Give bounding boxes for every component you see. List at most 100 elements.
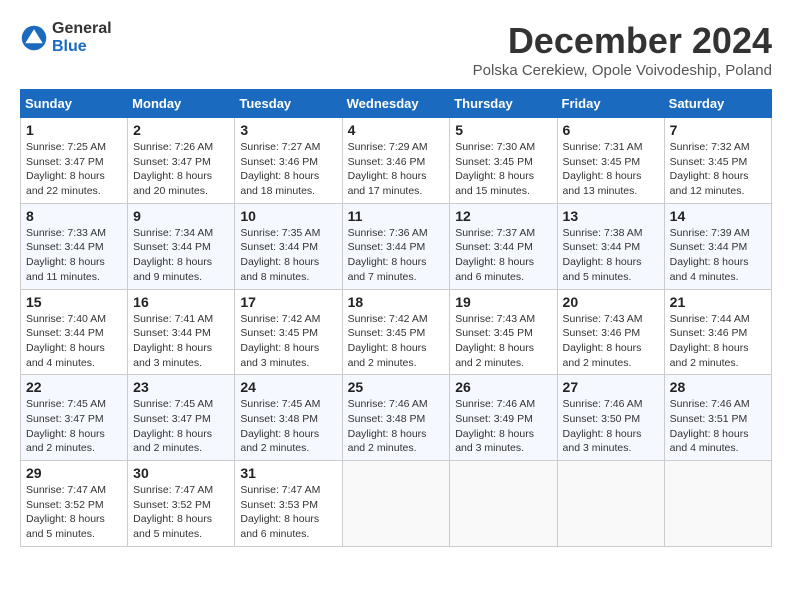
calendar-cell: 6 Sunrise: 7:31 AM Sunset: 3:45 PM Dayli… (557, 118, 664, 204)
day-info: Sunrise: 7:47 AM Sunset: 3:52 PM Dayligh… (26, 483, 122, 542)
calendar-week-row: 29 Sunrise: 7:47 AM Sunset: 3:52 PM Dayl… (21, 461, 772, 547)
calendar-cell: 31 Sunrise: 7:47 AM Sunset: 3:53 PM Dayl… (235, 461, 342, 547)
day-info: Sunrise: 7:26 AM Sunset: 3:47 PM Dayligh… (133, 140, 229, 199)
page-header: General Blue December 2024 Polska Cereki… (20, 20, 772, 79)
calendar-week-row: 22 Sunrise: 7:45 AM Sunset: 3:47 PM Dayl… (21, 375, 772, 461)
calendar-cell: 10 Sunrise: 7:35 AM Sunset: 3:44 PM Dayl… (235, 203, 342, 289)
day-number: 2 (133, 122, 229, 138)
day-info: Sunrise: 7:44 AM Sunset: 3:46 PM Dayligh… (670, 312, 766, 371)
day-number: 10 (240, 208, 336, 224)
day-number: 28 (670, 379, 766, 395)
day-info: Sunrise: 7:40 AM Sunset: 3:44 PM Dayligh… (26, 312, 122, 371)
day-info: Sunrise: 7:34 AM Sunset: 3:44 PM Dayligh… (133, 226, 229, 285)
day-info: Sunrise: 7:43 AM Sunset: 3:45 PM Dayligh… (455, 312, 551, 371)
day-info: Sunrise: 7:30 AM Sunset: 3:45 PM Dayligh… (455, 140, 551, 199)
calendar-cell: 8 Sunrise: 7:33 AM Sunset: 3:44 PM Dayli… (21, 203, 128, 289)
day-number: 20 (563, 294, 659, 310)
calendar-cell: 17 Sunrise: 7:42 AM Sunset: 3:45 PM Dayl… (235, 289, 342, 375)
day-number: 6 (563, 122, 659, 138)
day-info: Sunrise: 7:37 AM Sunset: 3:44 PM Dayligh… (455, 226, 551, 285)
calendar-cell: 19 Sunrise: 7:43 AM Sunset: 3:45 PM Dayl… (450, 289, 557, 375)
day-info: Sunrise: 7:38 AM Sunset: 3:44 PM Dayligh… (563, 226, 659, 285)
day-number: 22 (26, 379, 122, 395)
calendar-cell: 14 Sunrise: 7:39 AM Sunset: 3:44 PM Dayl… (664, 203, 771, 289)
day-info: Sunrise: 7:47 AM Sunset: 3:52 PM Dayligh… (133, 483, 229, 542)
logo-text: General Blue (52, 20, 112, 55)
calendar-cell: 20 Sunrise: 7:43 AM Sunset: 3:46 PM Dayl… (557, 289, 664, 375)
logo-blue: Blue (52, 38, 112, 56)
calendar-cell: 13 Sunrise: 7:38 AM Sunset: 3:44 PM Dayl… (557, 203, 664, 289)
day-info: Sunrise: 7:39 AM Sunset: 3:44 PM Dayligh… (670, 226, 766, 285)
calendar-cell: 7 Sunrise: 7:32 AM Sunset: 3:45 PM Dayli… (664, 118, 771, 204)
day-number: 13 (563, 208, 659, 224)
day-number: 31 (240, 465, 336, 481)
calendar-cell: 30 Sunrise: 7:47 AM Sunset: 3:52 PM Dayl… (128, 461, 235, 547)
header-thursday: Thursday (450, 90, 557, 118)
calendar-week-row: 15 Sunrise: 7:40 AM Sunset: 3:44 PM Dayl… (21, 289, 772, 375)
calendar-cell: 26 Sunrise: 7:46 AM Sunset: 3:49 PM Dayl… (450, 375, 557, 461)
day-info: Sunrise: 7:46 AM Sunset: 3:50 PM Dayligh… (563, 397, 659, 456)
calendar-header-row: SundayMondayTuesdayWednesdayThursdayFrid… (21, 90, 772, 118)
day-number: 26 (455, 379, 551, 395)
day-info: Sunrise: 7:45 AM Sunset: 3:48 PM Dayligh… (240, 397, 336, 456)
calendar-week-row: 8 Sunrise: 7:33 AM Sunset: 3:44 PM Dayli… (21, 203, 772, 289)
day-number: 8 (26, 208, 122, 224)
calendar-cell: 15 Sunrise: 7:40 AM Sunset: 3:44 PM Dayl… (21, 289, 128, 375)
day-number: 11 (348, 208, 445, 224)
calendar-cell: 16 Sunrise: 7:41 AM Sunset: 3:44 PM Dayl… (128, 289, 235, 375)
calendar-cell: 18 Sunrise: 7:42 AM Sunset: 3:45 PM Dayl… (342, 289, 450, 375)
calendar-table: SundayMondayTuesdayWednesdayThursdayFrid… (20, 89, 772, 547)
day-info: Sunrise: 7:41 AM Sunset: 3:44 PM Dayligh… (133, 312, 229, 371)
calendar-cell: 11 Sunrise: 7:36 AM Sunset: 3:44 PM Dayl… (342, 203, 450, 289)
day-info: Sunrise: 7:42 AM Sunset: 3:45 PM Dayligh… (240, 312, 336, 371)
day-number: 5 (455, 122, 551, 138)
header-friday: Friday (557, 90, 664, 118)
header-tuesday: Tuesday (235, 90, 342, 118)
calendar-cell: 29 Sunrise: 7:47 AM Sunset: 3:52 PM Dayl… (21, 461, 128, 547)
logo-icon (20, 24, 48, 52)
calendar-cell (664, 461, 771, 547)
calendar-week-row: 1 Sunrise: 7:25 AM Sunset: 3:47 PM Dayli… (21, 118, 772, 204)
day-number: 9 (133, 208, 229, 224)
day-info: Sunrise: 7:29 AM Sunset: 3:46 PM Dayligh… (348, 140, 445, 199)
calendar-cell: 23 Sunrise: 7:45 AM Sunset: 3:47 PM Dayl… (128, 375, 235, 461)
day-number: 19 (455, 294, 551, 310)
day-number: 14 (670, 208, 766, 224)
day-number: 23 (133, 379, 229, 395)
day-info: Sunrise: 7:36 AM Sunset: 3:44 PM Dayligh… (348, 226, 445, 285)
calendar-cell: 28 Sunrise: 7:46 AM Sunset: 3:51 PM Dayl… (664, 375, 771, 461)
header-saturday: Saturday (664, 90, 771, 118)
day-number: 1 (26, 122, 122, 138)
day-info: Sunrise: 7:43 AM Sunset: 3:46 PM Dayligh… (563, 312, 659, 371)
calendar-cell: 21 Sunrise: 7:44 AM Sunset: 3:46 PM Dayl… (664, 289, 771, 375)
calendar-cell: 2 Sunrise: 7:26 AM Sunset: 3:47 PM Dayli… (128, 118, 235, 204)
day-info: Sunrise: 7:46 AM Sunset: 3:49 PM Dayligh… (455, 397, 551, 456)
day-info: Sunrise: 7:46 AM Sunset: 3:51 PM Dayligh… (670, 397, 766, 456)
day-number: 15 (26, 294, 122, 310)
day-info: Sunrise: 7:46 AM Sunset: 3:48 PM Dayligh… (348, 397, 445, 456)
day-info: Sunrise: 7:31 AM Sunset: 3:45 PM Dayligh… (563, 140, 659, 199)
day-number: 4 (348, 122, 445, 138)
header-wednesday: Wednesday (342, 90, 450, 118)
day-number: 3 (240, 122, 336, 138)
day-info: Sunrise: 7:33 AM Sunset: 3:44 PM Dayligh… (26, 226, 122, 285)
calendar-cell (557, 461, 664, 547)
logo-general: General (52, 20, 112, 38)
day-number: 18 (348, 294, 445, 310)
day-number: 7 (670, 122, 766, 138)
logo: General Blue (20, 20, 112, 55)
day-number: 30 (133, 465, 229, 481)
calendar-cell: 4 Sunrise: 7:29 AM Sunset: 3:46 PM Dayli… (342, 118, 450, 204)
header-sunday: Sunday (21, 90, 128, 118)
day-number: 21 (670, 294, 766, 310)
calendar-cell: 9 Sunrise: 7:34 AM Sunset: 3:44 PM Dayli… (128, 203, 235, 289)
calendar-cell: 24 Sunrise: 7:45 AM Sunset: 3:48 PM Dayl… (235, 375, 342, 461)
calendar-cell (450, 461, 557, 547)
day-info: Sunrise: 7:45 AM Sunset: 3:47 PM Dayligh… (133, 397, 229, 456)
day-info: Sunrise: 7:25 AM Sunset: 3:47 PM Dayligh… (26, 140, 122, 199)
location-subtitle: Polska Cerekiew, Opole Voivodeship, Pola… (473, 62, 772, 79)
day-info: Sunrise: 7:42 AM Sunset: 3:45 PM Dayligh… (348, 312, 445, 371)
calendar-cell: 25 Sunrise: 7:46 AM Sunset: 3:48 PM Dayl… (342, 375, 450, 461)
day-number: 25 (348, 379, 445, 395)
day-number: 12 (455, 208, 551, 224)
